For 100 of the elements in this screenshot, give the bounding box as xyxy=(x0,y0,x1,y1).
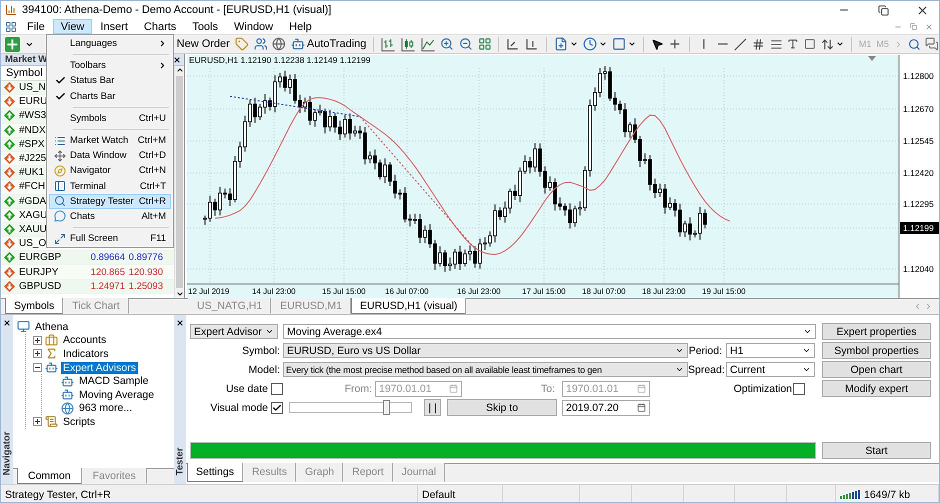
tile-windows-icon[interactable] xyxy=(478,37,492,51)
caret-icon xyxy=(675,346,684,355)
tree-item[interactable]: Indicators xyxy=(61,348,111,360)
expand-icon[interactable] xyxy=(33,349,42,358)
restore-icon[interactable] xyxy=(878,4,888,16)
symbol-cell[interactable]: EURJPY xyxy=(17,266,75,278)
panel-title: Tester xyxy=(174,447,186,475)
tree-item[interactable]: MACD Sample xyxy=(77,375,150,388)
window-title: 394100: Athena-Demo - Demo Account - [EURUSD,H1 (visual)] xyxy=(22,4,332,16)
globe-icon[interactable] xyxy=(272,37,286,51)
menu-item[interactable]: Chats Alt+M xyxy=(49,208,171,224)
menu-item[interactable]: Terminal Ctrl+T xyxy=(49,178,171,194)
users-icon[interactable] xyxy=(254,37,268,51)
collapse-icon[interactable] xyxy=(33,363,42,372)
column-header[interactable]: Symbol xyxy=(6,67,43,79)
bar-chart-icon[interactable] xyxy=(381,36,396,52)
tester-button[interactable]: Expert properties xyxy=(822,323,931,340)
menu-item[interactable]: Data Window Ctrl+D xyxy=(49,148,171,164)
tab[interactable]: Common xyxy=(17,468,82,484)
menu-item[interactable]: Languages xyxy=(49,36,171,52)
chart-tab[interactable]: EURUSD,H1 (visual) xyxy=(351,298,466,314)
menu-item[interactable]: Strategy Tester Ctrl+R xyxy=(49,194,171,209)
price-label: 1.12545 xyxy=(903,136,934,146)
zoom-out-icon[interactable] xyxy=(459,37,473,51)
close-icon[interactable] xyxy=(176,319,184,327)
tester-button[interactable]: Symbol properties xyxy=(822,342,931,359)
checkbox[interactable] xyxy=(271,402,283,414)
tree-item[interactable]: Accounts xyxy=(61,334,108,346)
caret-icon[interactable] xyxy=(836,40,844,48)
slider-thumb[interactable] xyxy=(382,400,390,415)
app-icon xyxy=(5,4,17,16)
tree-item[interactable]: Athena xyxy=(33,320,70,333)
scroll-up-icon[interactable] xyxy=(176,66,184,74)
tester-button[interactable]: Modify expert xyxy=(822,380,931,397)
model-select[interactable]: Every tick (the most precise method based on all available least timeframes to gen xyxy=(283,362,688,377)
skip-to-button[interactable]: Skip to xyxy=(447,399,557,416)
caret-icon[interactable] xyxy=(598,40,607,48)
scroll-down-icon[interactable] xyxy=(176,290,184,298)
robot-icon xyxy=(45,361,58,374)
chat-icon[interactable] xyxy=(925,37,939,51)
menu-item[interactable]: File xyxy=(19,19,53,34)
time-label: 16 Jul 23:00 xyxy=(457,287,501,296)
menu-item[interactable]: Status Bar xyxy=(49,73,171,89)
tree-item[interactable]: Moving Average xyxy=(77,388,156,401)
clock-icon[interactable] xyxy=(582,37,597,51)
tree-item[interactable]: Expert Advisors xyxy=(61,362,138,374)
close-icon[interactable] xyxy=(3,319,11,327)
cursor-icon[interactable] xyxy=(650,38,664,50)
bid-cell-text: 1.24971 xyxy=(90,280,125,292)
tree-item[interactable]: Scripts xyxy=(61,416,98,428)
date-field[interactable]: 2019.07.20 xyxy=(562,400,650,416)
line-chart-icon[interactable] xyxy=(420,36,436,52)
expand-icon[interactable] xyxy=(33,336,42,345)
tab[interactable]: Symbols xyxy=(5,298,64,314)
scrollbar[interactable] xyxy=(174,66,184,298)
symbol-select[interactable]: EURUSD, Euro vs US Dollar xyxy=(283,343,688,358)
close-icon[interactable] xyxy=(173,56,181,64)
spread-select[interactable]: Current xyxy=(726,362,815,377)
trendline-icon[interactable] xyxy=(734,38,748,50)
menu-item[interactable]: Insert xyxy=(92,19,136,34)
period-select[interactable]: H1 xyxy=(726,343,815,358)
menu-item[interactable]: Toolbars xyxy=(49,58,171,74)
add-indicator-icon[interactable] xyxy=(554,37,568,51)
channel-icon[interactable] xyxy=(752,38,765,50)
pause-button[interactable]: | | xyxy=(424,399,441,416)
field-label: Model: xyxy=(247,364,280,376)
arrows-icon[interactable] xyxy=(820,38,834,50)
caret-icon[interactable] xyxy=(628,40,636,48)
menu-item[interactable]: View xyxy=(52,19,92,34)
search-icon[interactable] xyxy=(908,38,920,50)
autotrading-button[interactable]: AutoTrading xyxy=(290,37,366,51)
start-button[interactable]: Start xyxy=(822,442,931,459)
menu-item[interactable]: Full Screen F11 xyxy=(49,231,171,246)
text-icon[interactable] xyxy=(787,38,800,50)
checkbox[interactable] xyxy=(271,382,283,394)
symbol-cell[interactable]: EURGBP xyxy=(17,252,75,264)
menu-item[interactable]: Window xyxy=(226,19,282,34)
tab[interactable]: Settings xyxy=(187,463,243,482)
menu-item[interactable]: Navigator Ctrl+N xyxy=(49,163,171,178)
menu-item[interactable]: Market Watch Ctrl+M xyxy=(49,132,171,148)
symbol-cell[interactable]: GBPUSD xyxy=(17,280,75,292)
status-text: Strategy Tester, Ctrl+R xyxy=(5,488,111,500)
new-chart-icon[interactable] xyxy=(5,36,20,52)
tester-button[interactable]: Open chart xyxy=(822,361,931,378)
expand-icon[interactable] xyxy=(33,417,42,426)
menu-item[interactable]: Charts Bar xyxy=(49,88,171,104)
caret-icon[interactable] xyxy=(570,40,578,48)
mode-select[interactable]: Expert Advisor xyxy=(190,324,278,339)
zoom-in-icon[interactable] xyxy=(440,37,454,51)
checkbox[interactable] xyxy=(793,382,805,394)
tree-item[interactable]: 963 more... xyxy=(77,402,134,414)
close-icon[interactable] xyxy=(916,4,928,16)
menu-item[interactable]: Help xyxy=(281,19,320,34)
menu-item[interactable]: Symbols Ctrl+U xyxy=(49,110,171,126)
candlestick-chart-icon[interactable] xyxy=(401,36,416,52)
expert-select[interactable]: Moving Average.ex4 xyxy=(283,324,816,339)
caret-icon xyxy=(803,327,812,336)
menu-item[interactable]: Tools xyxy=(184,19,226,34)
tag-icon[interactable] xyxy=(234,37,249,51)
menu-item[interactable]: Charts xyxy=(136,19,184,34)
